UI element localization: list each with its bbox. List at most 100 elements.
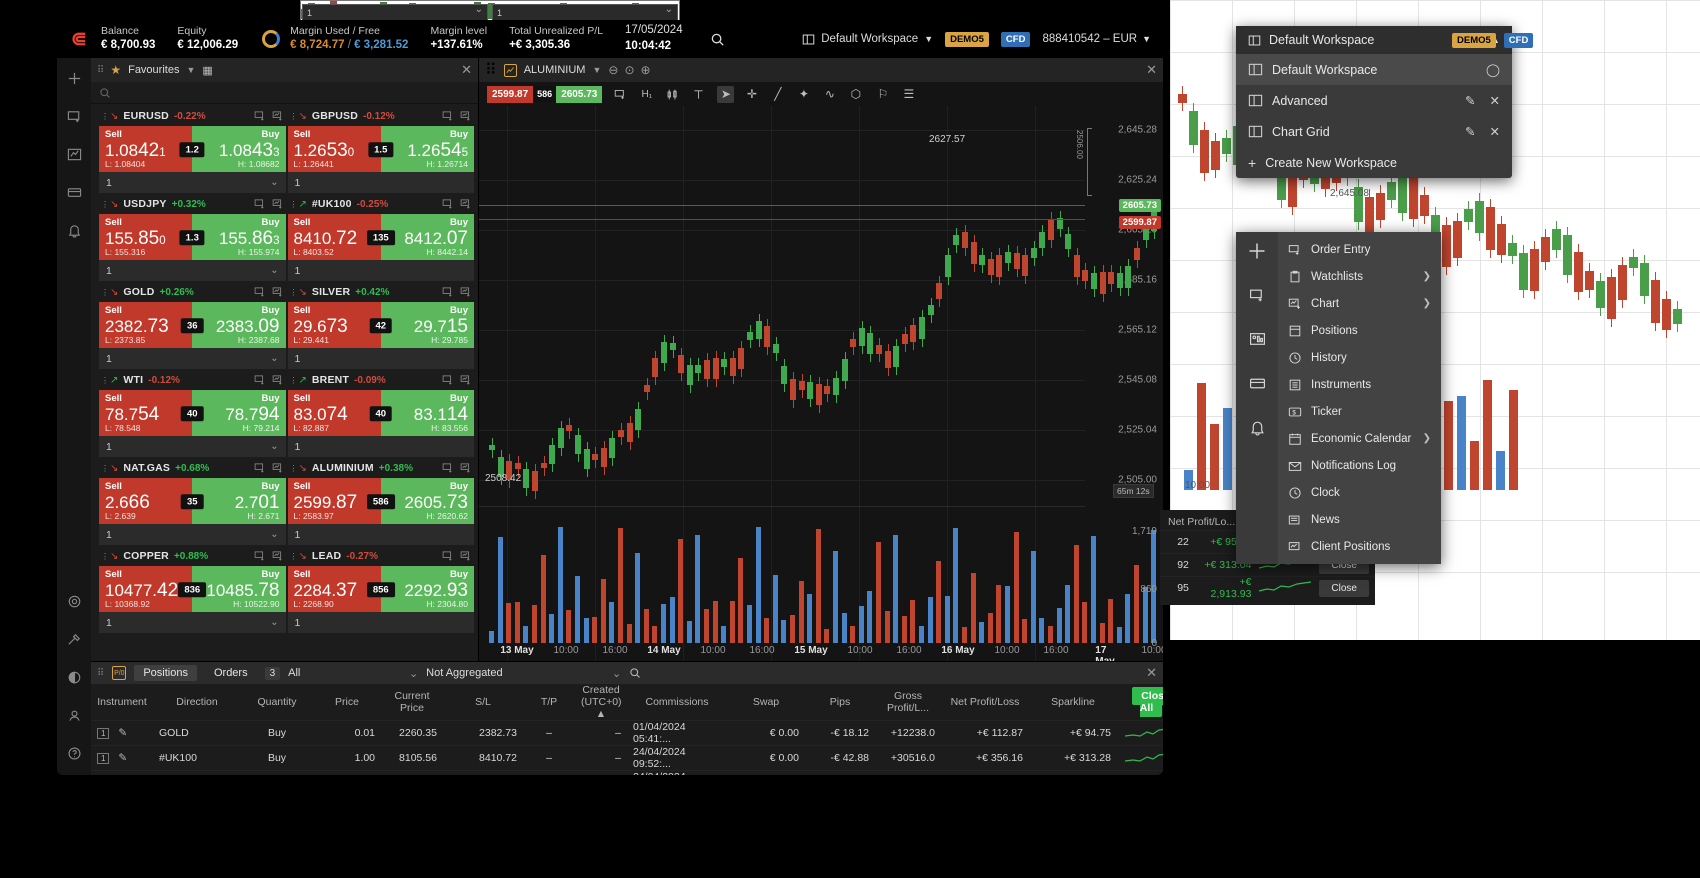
rail-help-icon[interactable]	[62, 741, 86, 765]
add-chart-icon[interactable]	[460, 198, 472, 210]
bell-icon[interactable]	[1246, 416, 1268, 438]
add-chart-icon[interactable]	[460, 550, 472, 562]
workspace-item[interactable]: Advanced ✎ ✕	[1236, 85, 1512, 116]
create-workspace-item[interactable]: + Create New Workspace	[1236, 147, 1512, 178]
edit-icon[interactable]: ✎	[118, 752, 127, 764]
shapes-icon[interactable]: ⬡	[847, 86, 864, 103]
watchlist-tile[interactable]: ⋮ ↘ GBPUSD -0.12% Sell 1.26530 L: 1.2644…	[287, 106, 474, 193]
quantity-input[interactable]: 1 ⌄	[99, 260, 286, 281]
buy-button[interactable]: Buy 2292.93 H: 2304.80	[380, 566, 474, 612]
chevron-down-icon[interactable]: ⌄	[270, 441, 278, 452]
rail-chart-icon[interactable]	[62, 142, 86, 166]
chevron-down-icon[interactable]: ▼	[592, 65, 601, 75]
new-order-icon[interactable]	[442, 462, 454, 474]
sell-button[interactable]: Sell 83.074 L: 82.887	[287, 390, 381, 436]
chevron-down-icon[interactable]: ⌄	[270, 265, 278, 276]
add-chart-icon[interactable]	[460, 286, 472, 298]
close-all-button[interactable]: Close All	[1132, 687, 1163, 717]
info-icon[interactable]: 1	[97, 728, 110, 739]
add-chart-icon[interactable]	[272, 550, 284, 562]
buy-button[interactable]: Buy 1.08433 H: 1.08682	[192, 126, 286, 172]
quantity-input[interactable]: 1 ⌄	[99, 348, 286, 369]
text-icon[interactable]	[690, 86, 707, 103]
watchlist-tile[interactable]: ⋮ ↘ GOLD +0.26% Sell 2382.73 L: 2373.85 …	[99, 282, 286, 369]
sell-button[interactable]: Sell 2382.73 L: 2373.85	[99, 302, 193, 348]
tile-menu-icon[interactable]: ⋮	[101, 376, 109, 384]
plus-icon[interactable]	[1246, 240, 1268, 262]
sell-button[interactable]: Sell 155.850 L: 155.316	[99, 214, 193, 260]
grid-view-icon[interactable]: ▦	[202, 64, 212, 77]
reset-zoom-icon[interactable]: ⊙	[624, 63, 634, 77]
aggregation-select[interactable]: Not Aggregated ⌄	[426, 667, 621, 680]
sell-button[interactable]: Sell 29.673 L: 29.441	[287, 302, 381, 348]
zoom-out-icon[interactable]: ⊖	[608, 63, 618, 77]
order-icon[interactable]	[612, 86, 629, 103]
quantity-input[interactable]: 1 ⌄	[99, 524, 286, 545]
cursor-icon[interactable]: ➤	[717, 85, 735, 103]
order-entry-icon[interactable]	[1246, 284, 1268, 306]
menu-item-news[interactable]: News	[1278, 506, 1441, 533]
menu-item-watchlists[interactable]: Watchlists ❯	[1278, 263, 1441, 290]
menu-item-positions[interactable]: Positions	[1278, 317, 1441, 344]
tile-menu-icon[interactable]: ⋮	[101, 464, 109, 472]
new-order-icon[interactable]	[442, 198, 454, 210]
rail-card-icon[interactable]	[62, 180, 86, 204]
add-chart-icon[interactable]	[460, 374, 472, 386]
quantity-input[interactable]: 1	[287, 436, 474, 457]
list-icon[interactable]: ☰	[900, 86, 917, 103]
buy-button[interactable]: Buy 1.26545 H: 1.26714	[380, 126, 474, 172]
new-order-icon[interactable]	[254, 286, 266, 298]
buy-button[interactable]: Buy 2.701 H: 2.671	[192, 478, 286, 524]
quantity-input[interactable]: 1	[287, 348, 474, 369]
rail-bell-icon[interactable]	[62, 218, 86, 242]
quantity-input[interactable]: 1 ⌄	[99, 172, 286, 193]
tab-positions[interactable]: Positions	[134, 665, 197, 681]
add-chart-icon[interactable]	[272, 374, 284, 386]
tile-menu-icon[interactable]: ⋮	[290, 200, 298, 208]
tile-menu-icon[interactable]: ⋮	[290, 288, 298, 296]
rail-order-entry-icon[interactable]	[62, 104, 86, 128]
drag-grip-icon[interactable]: ⠿	[485, 60, 497, 80]
watchlist-tile[interactable]: ⋮ ↗ WTI -0.12% Sell 78.754 L: 78.548 Buy…	[99, 370, 286, 457]
menu-item-history[interactable]: History	[1278, 344, 1441, 371]
buy-button[interactable]: Buy 10485.78 H: 10522.90	[192, 566, 286, 612]
watchlist-tile[interactable]: ⋮ ↘ SILVER +0.42% Sell 29.673 L: 29.441 …	[287, 282, 474, 369]
sell-button[interactable]: Sell 2.666 L: 2.639	[99, 478, 193, 524]
column-header[interactable]: Commissions	[627, 684, 727, 721]
menu-item-instruments[interactable]: Instruments	[1278, 371, 1441, 398]
positions-filter-select[interactable]: All ⌄	[288, 667, 418, 680]
column-header[interactable]: S/L	[443, 684, 523, 721]
watchlist-tile[interactable]: ⋮ ↘ LEAD -0.27% Sell 2284.37 L: 2268.90 …	[287, 546, 474, 633]
workspace-item[interactable]: Default Workspace ◯	[1236, 54, 1512, 85]
sell-button[interactable]: Sell 1.08421 L: 1.08404	[99, 126, 193, 172]
add-chart-icon[interactable]	[460, 462, 472, 474]
menu-item-client-positions[interactable]: Client Positions	[1278, 533, 1441, 560]
tile-menu-icon[interactable]: ⋮	[101, 112, 109, 120]
chart-monitor-icon[interactable]	[1246, 328, 1268, 350]
app-logo[interactable]: ⋐	[57, 20, 101, 58]
chart-canvas[interactable]: 2,645.28 2,625.24 2,605.20 2,585.16 2,565.12…	[479, 106, 1163, 661]
buy-button[interactable]: Buy 8412.07 H: 8442.14	[380, 214, 474, 260]
quantity-input[interactable]: 1	[287, 260, 474, 281]
column-header[interactable]: Net Profit/Loss	[941, 684, 1029, 721]
h1-timeframe-icon[interactable]: H₁	[638, 86, 655, 103]
menu-item-notifications-log[interactable]: Notifications Log	[1278, 452, 1441, 479]
watchlist-tile[interactable]: ⋮ ↘ COPPER +0.88% Sell 10477.42 L: 10368…	[99, 546, 286, 633]
candles-icon[interactable]	[664, 86, 681, 103]
card-icon[interactable]	[1246, 372, 1268, 394]
table-row[interactable]: 1 ✎ #UK100 Buy 1.00 8105.56 8410.72 – – …	[91, 745, 1163, 771]
sell-button[interactable]: Sell 1.26530 L: 1.26441	[287, 126, 381, 172]
column-header[interactable]: Sparkline	[1029, 684, 1117, 721]
tile-menu-icon[interactable]: ⋮	[101, 552, 109, 560]
menu-item-ticker[interactable]: $ Ticker	[1278, 398, 1441, 425]
buy-button[interactable]: Buy 78.794 H: 79.214	[192, 390, 286, 436]
edit-icon[interactable]: ✎	[118, 727, 127, 739]
search-icon[interactable]: ◯	[1486, 62, 1500, 77]
watchlist-tile[interactable]: ⋮ ↘ NAT.GAS +0.68% Sell 2.666 L: 2.639 B…	[99, 458, 286, 545]
new-order-icon[interactable]	[442, 286, 454, 298]
line-icon[interactable]: ╱	[769, 86, 786, 103]
edit-icon[interactable]: ✎	[1465, 124, 1475, 139]
tile-menu-icon[interactable]: ⋮	[101, 288, 109, 296]
sell-button[interactable]: Sell 78.754 L: 78.548	[99, 390, 193, 436]
search-icon[interactable]	[629, 667, 641, 679]
